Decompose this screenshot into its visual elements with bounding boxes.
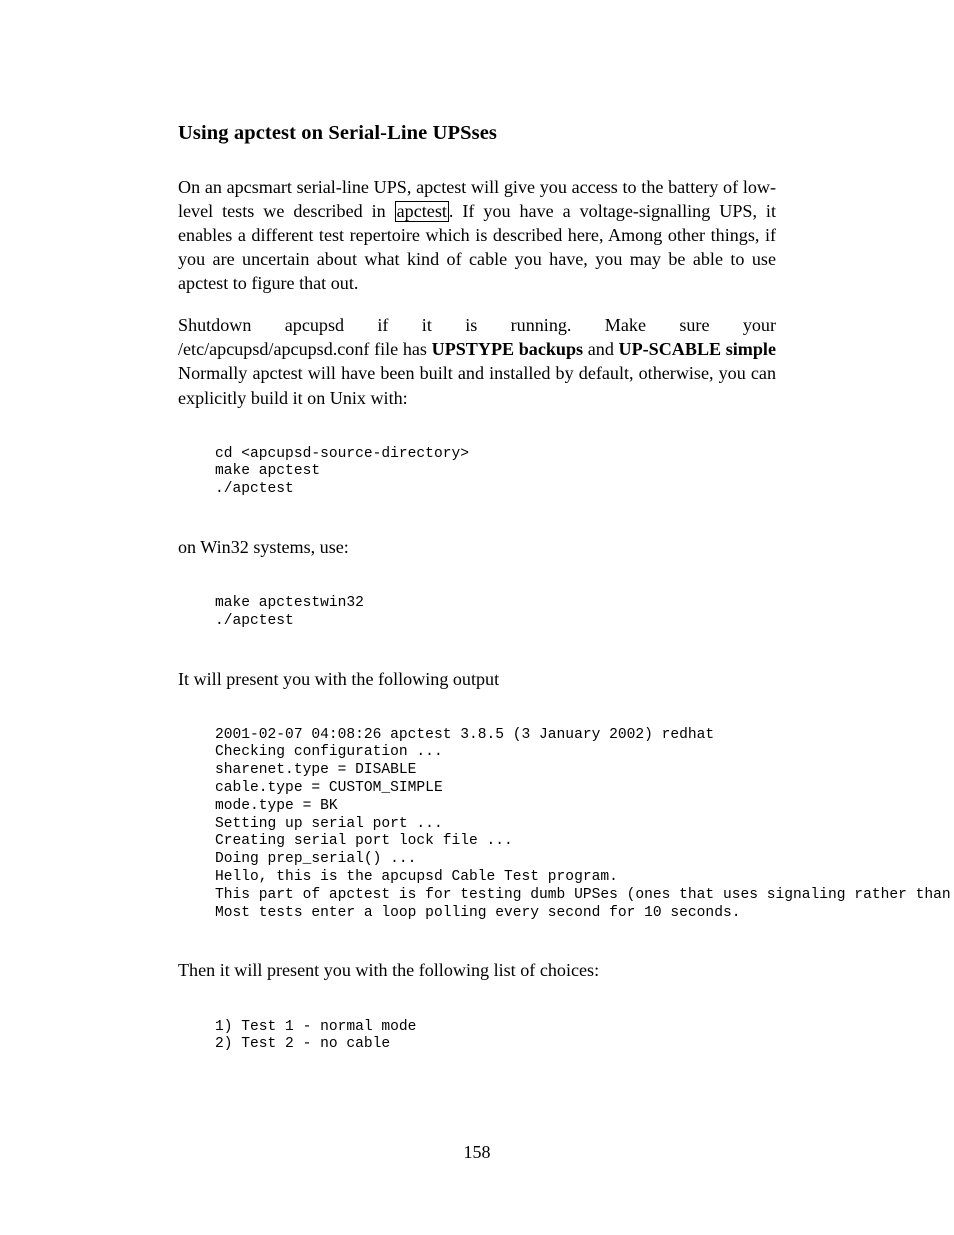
paragraph-1: On an apcsmart serial-line UPS, apctest …: [178, 175, 776, 295]
code-4: 1) Test 1 - normal mode 2) Test 2 - no c…: [178, 1019, 776, 1055]
w: apcupsd: [285, 313, 344, 337]
body-text-1: on Win32 systems, use:: [178, 535, 776, 559]
code-block-2: make apctestwin32 ./apctest: [178, 595, 776, 631]
body-text-2: It will present you with the following o…: [178, 667, 776, 691]
para2-text3: Normally apctest will have been built an…: [178, 363, 776, 407]
apctest-link[interactable]: apctest: [395, 201, 449, 222]
code-2: make apctestwin32 ./apctest: [178, 595, 776, 631]
code-block-4: 1) Test 1 - normal mode 2) Test 2 - no c…: [178, 1019, 776, 1055]
page-number: 158: [0, 1142, 954, 1163]
para2-text2: and: [583, 339, 618, 359]
w: it: [422, 313, 432, 337]
w: if: [377, 313, 388, 337]
code-block-1: cd <apcupsd-source-directory> make apcte…: [178, 446, 776, 499]
para2-bold2: UP-SCABLE simple: [619, 339, 776, 359]
section-heading: Using apctest on Serial-Line UPSses: [178, 122, 776, 145]
para2-line1: Shutdown apcupsd if it is running. Make …: [178, 313, 776, 337]
para2-text1: /etc/apcupsd/apcupsd.conf file has: [178, 339, 432, 359]
w: Shutdown: [178, 313, 251, 337]
code-3: 2001-02-07 04:08:26 apctest 3.8.5 (3 Jan…: [178, 727, 776, 923]
w: running.: [511, 313, 572, 337]
body-text-3: Then it will present you with the follow…: [178, 958, 776, 982]
w: Make: [605, 313, 646, 337]
w: is: [465, 313, 477, 337]
code-1: cd <apcupsd-source-directory> make apcte…: [178, 446, 776, 499]
code-block-3: 2001-02-07 04:08:26 apctest 3.8.5 (3 Jan…: [178, 727, 776, 923]
w: sure: [679, 313, 709, 337]
paragraph-2: Shutdown apcupsd if it is running. Make …: [178, 313, 776, 409]
para2-bold1: UPSTYPE backups: [432, 339, 583, 359]
w: your: [743, 313, 776, 337]
document-page: Using apctest on Serial-Line UPSses On a…: [0, 0, 954, 1235]
